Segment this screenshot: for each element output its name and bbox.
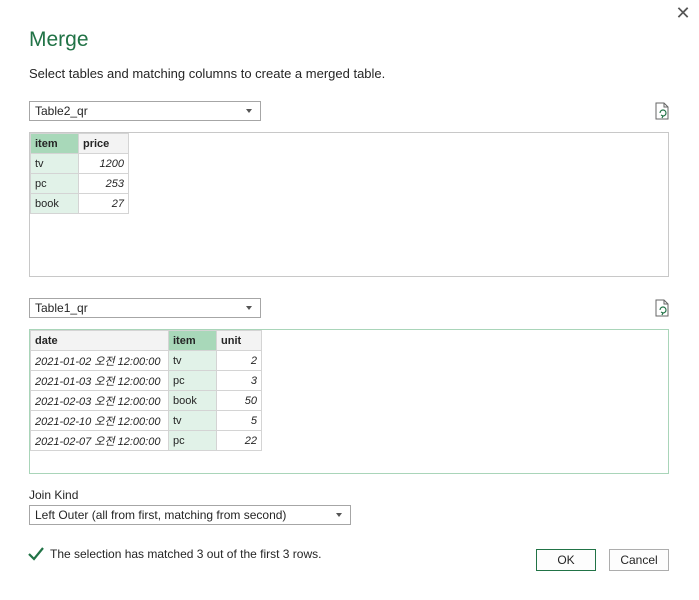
chevron-down-icon [246,306,252,310]
second-table-grid: date item unit 2021-01-02 오전 12:00:00 tv… [30,330,262,451]
chevron-down-icon [246,109,252,113]
first-table-preview: item price tv 1200 pc 253 book 27 [29,132,669,277]
dialog-subtitle: Select tables and matching columns to cr… [29,66,386,81]
table-cell: 3 [216,370,262,391]
table-cell: 2021-02-10 오전 12:00:00 [30,410,169,431]
join-kind-dropdown[interactable]: Left Outer (all from first, matching fro… [29,505,351,525]
ok-button[interactable]: OK [536,549,596,571]
first-table-grid: item price tv 1200 pc 253 book 27 [30,133,129,214]
column-header-item[interactable]: item [168,330,217,351]
table-row: 2021-01-03 오전 12:00:00 pc 3 [30,370,262,391]
column-header-date[interactable]: date [30,330,169,351]
close-icon[interactable]: ✕ [674,4,692,22]
second-table-dropdown[interactable]: Table1_qr [29,298,261,318]
chevron-down-icon [336,513,342,517]
table-cell: pc [30,173,79,194]
table-row: 2021-01-02 오전 12:00:00 tv 2 [30,350,262,371]
second-table-preview: date item unit 2021-01-02 오전 12:00:00 tv… [29,329,669,474]
second-table-selected: Table1_qr [35,301,88,315]
column-header-price[interactable]: price [78,133,129,154]
table-cell: 22 [216,430,262,451]
first-table-dropdown[interactable]: Table2_qr [29,101,261,121]
table-cell: 2021-02-07 오전 12:00:00 [30,430,169,451]
table-cell: book [168,390,217,411]
table-cell: 2021-01-03 오전 12:00:00 [30,370,169,391]
table-cell: tv [30,153,79,174]
table-row: tv 1200 [30,153,129,174]
table-cell: 50 [216,390,262,411]
table-cell: pc [168,370,217,391]
join-kind-selected: Left Outer (all from first, matching fro… [35,508,287,522]
join-kind-label: Join Kind [29,488,79,502]
table-row: pc 253 [30,173,129,194]
first-table-selected: Table2_qr [35,104,88,118]
table-cell: 2021-02-03 오전 12:00:00 [30,390,169,411]
table-row: book 27 [30,193,129,214]
table-cell: 2 [216,350,262,371]
table-row: 2021-02-10 오전 12:00:00 tv 5 [30,410,262,431]
table-cell: 2021-01-02 오전 12:00:00 [30,350,169,371]
refresh-preview-icon[interactable] [654,299,670,317]
table-cell: book [30,193,79,214]
table-cell: tv [168,410,217,431]
table-cell: 1200 [78,153,129,174]
column-header-unit[interactable]: unit [216,330,262,351]
match-status-text: The selection has matched 3 out of the f… [50,547,322,561]
table-row: 2021-02-07 오전 12:00:00 pc 22 [30,430,262,451]
table-cell: 5 [216,410,262,431]
table-cell: tv [168,350,217,371]
column-header-item[interactable]: item [30,133,79,154]
table-row: 2021-02-03 오전 12:00:00 book 50 [30,390,262,411]
table-cell: pc [168,430,217,451]
checkmark-icon [28,547,44,561]
refresh-preview-icon[interactable] [654,102,670,120]
dialog-title: Merge [29,28,89,51]
table-cell: 253 [78,173,129,194]
cancel-button[interactable]: Cancel [609,549,669,571]
table-cell: 27 [78,193,129,214]
